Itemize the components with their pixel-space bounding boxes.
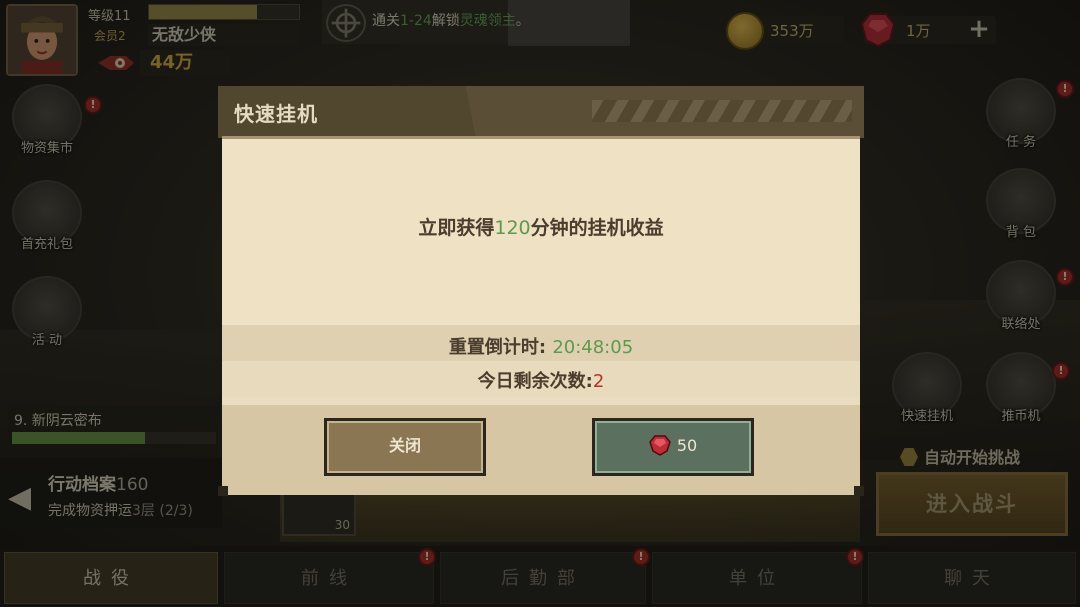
reward-description: 立即获得120分钟的挂机收益 xyxy=(222,213,860,240)
dialog-header: 快速挂机 xyxy=(218,86,864,138)
buy-cost: 50 xyxy=(676,436,698,455)
hazard-stripes xyxy=(592,100,852,122)
reward-suffix: 分钟的挂机收益 xyxy=(530,217,664,239)
corner-rivet xyxy=(854,486,864,496)
dialog-body: 立即获得120分钟的挂机收益 重置倒计时: 20:48:05 今日剩余次数:2 xyxy=(222,136,860,495)
reward-prefix: 立即获得 xyxy=(418,217,495,239)
reset-countdown: 重置倒计时: 20:48:05 xyxy=(222,333,860,359)
remaining-count: 2 xyxy=(592,371,605,392)
remaining-uses: 今日剩余次数:2 xyxy=(222,367,860,393)
buy-quick-idle-button[interactable]: 50 xyxy=(592,418,754,476)
close-button[interactable]: 关闭 xyxy=(324,418,486,476)
ruby-gem-icon xyxy=(648,435,671,456)
reset-label: 重置倒计时: xyxy=(448,337,547,358)
quick-idle-dialog: 快速挂机 立即获得120分钟的挂机收益 重置倒计时: 20:48:05 今日剩余… xyxy=(218,86,864,500)
reward-minutes: 120 xyxy=(494,217,531,239)
dialog-title: 快速挂机 xyxy=(234,102,318,126)
corner-rivet xyxy=(218,486,228,496)
dialog-button-area xyxy=(222,405,860,495)
reset-time: 20:48:05 xyxy=(552,337,634,358)
remaining-label: 今日剩余次数: xyxy=(477,371,593,392)
